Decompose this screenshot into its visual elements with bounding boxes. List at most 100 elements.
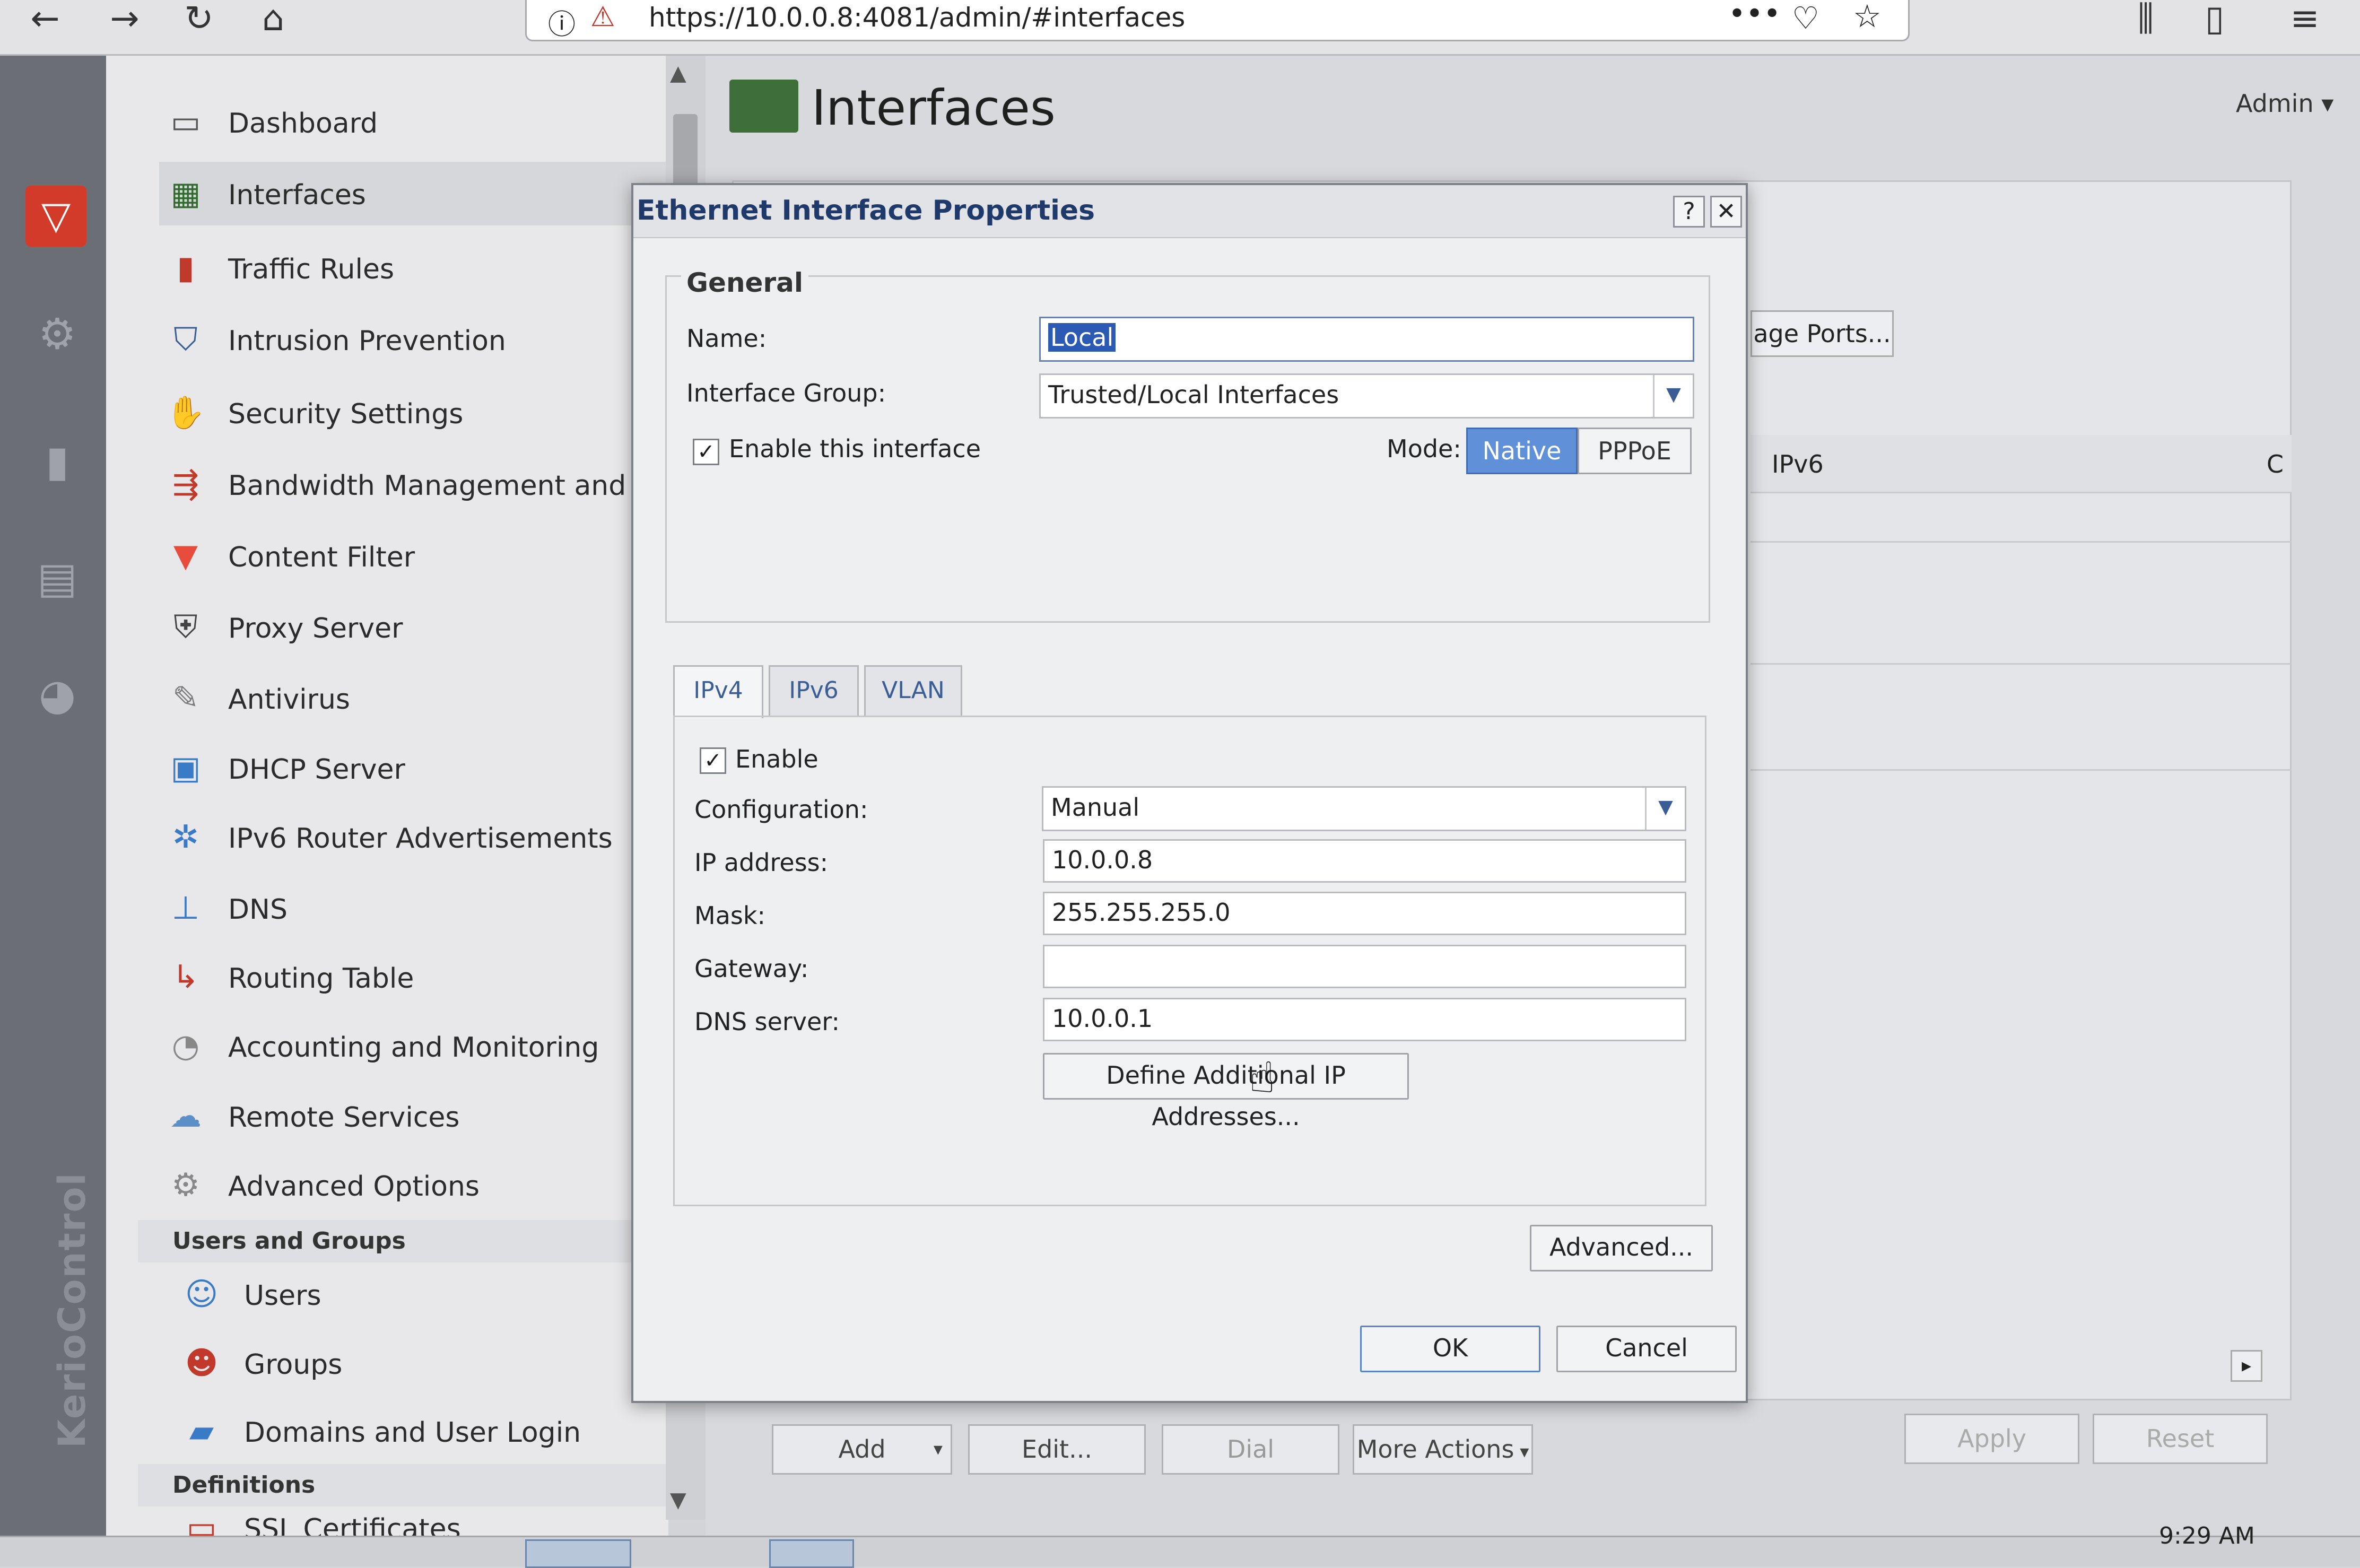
tab-ipv4[interactable]: IPv4 [673, 665, 763, 718]
mode-pppoe-toggle[interactable]: PPPoE [1578, 428, 1692, 474]
sidebar-item-domains[interactable]: ▰ Domains and User Login [175, 1399, 706, 1463]
reload-icon[interactable]: ↻ [175, 0, 223, 42]
library-icon[interactable]: ⫼ [2122, 0, 2170, 42]
more-actions-button[interactable]: More Actions ▾ [1353, 1424, 1533, 1475]
group-icon: ☻ [185, 1345, 219, 1382]
sidebar-item-traffic-rules[interactable]: ▮ Traffic Rules [159, 236, 690, 300]
dial-button[interactable]: Dial [1162, 1424, 1339, 1475]
sidebar-item-label: Interfaces [228, 179, 366, 211]
sidebar-item-label: Accounting and Monitoring [228, 1032, 599, 1064]
manage-ports-button[interactable]: age Ports... [1751, 310, 1894, 357]
sidebar-item-content-filter[interactable]: ▼ Content Filter [159, 524, 690, 588]
mask-label: Mask: [694, 901, 765, 930]
dns-server-input[interactable]: 10.0.0.1 [1043, 998, 1686, 1041]
close-icon[interactable]: ✕ [1710, 196, 1742, 228]
url-text[interactable]: https://10.0.0.8:4081/admin/#interfaces [649, 2, 1185, 33]
sidebar-section-definitions: Definitions [138, 1464, 721, 1506]
bookmark-star-icon[interactable]: ☆ [1853, 0, 1882, 35]
sidebar-icon[interactable]: ▯ [2191, 0, 2239, 42]
sidebar-item-proxy-server[interactable]: ⛨ Proxy Server [159, 595, 690, 659]
taskbar-app-button[interactable] [769, 1539, 854, 1568]
sidebar-item-label: Security Settings [228, 398, 464, 430]
help-button[interactable]: ? [1673, 196, 1705, 228]
router-icon: ✲ [172, 818, 199, 856]
user-menu[interactable]: Admin ▾ [2236, 89, 2333, 118]
tab-vlan[interactable]: VLAN [864, 665, 962, 716]
name-label: Name: [686, 324, 767, 353]
column-header-ipv6[interactable]: IPv6 C [1751, 435, 2292, 493]
sidebar-item-bandwidth[interactable]: ⇶ Bandwidth Management and Q [159, 452, 690, 516]
info-icon[interactable]: ⓘ [548, 2, 576, 42]
add-button[interactable]: Add ▾ [772, 1424, 952, 1475]
sidebar-item-advanced-options[interactable]: ⚙ Advanced Options [159, 1153, 690, 1217]
dialog-title: Ethernet Interface Properties [637, 195, 1095, 227]
scroll-up-icon[interactable]: ▲ [670, 61, 686, 85]
url-bar[interactable]: ⓘ ⚠ https://10.0.0.8:4081/admin/#interfa… [525, 0, 1910, 41]
ok-button[interactable]: OK [1360, 1326, 1540, 1372]
sidebar-item-label: DNS [228, 894, 288, 926]
sidebar-item-routing-table[interactable]: ↳ Routing Table [159, 945, 690, 1009]
stop-hand-icon: ✋ [166, 394, 206, 431]
mask-input[interactable]: 255.255.255.0 [1043, 892, 1686, 935]
gateway-input[interactable] [1043, 945, 1686, 988]
sidebar-item-dhcp-server[interactable]: ▣ DHCP Server [159, 736, 690, 800]
forward-arrow-icon[interactable]: → [101, 0, 149, 42]
chevron-down-icon: ▼ [1645, 788, 1685, 830]
back-arrow-icon[interactable]: ← [21, 0, 69, 42]
name-input[interactable]: Local [1039, 317, 1694, 362]
enable-interface-checkbox[interactable]: ✓ [693, 439, 719, 465]
taskbar-app-button[interactable] [525, 1539, 631, 1568]
warning-lock-icon[interactable]: ⚠ [590, 1, 615, 33]
stats-bars-icon[interactable]: ▮ [31, 435, 84, 488]
scroll-down-icon[interactable]: ▼ [670, 1488, 686, 1512]
define-additional-ip-button[interactable]: Define Additional IP Addresses... [1043, 1053, 1409, 1131]
antivirus-icon: ✎ [172, 680, 199, 717]
mode-label: Mode: [1387, 434, 1461, 463]
sidebar-item-label: Traffic Rules [228, 254, 395, 285]
ipv4-enable-label: Enable [735, 745, 818, 773]
status-icon[interactable]: ◕ [31, 668, 84, 721]
sidebar-item-security-settings[interactable]: ✋ Security Settings [159, 381, 690, 445]
taskbar-clock[interactable]: 9:29 AM [2159, 1522, 2255, 1549]
ipv4-enable-checkbox[interactable]: ✓ [700, 747, 726, 774]
sidebar-item-users[interactable]: ☺ Users [175, 1262, 706, 1326]
more-icon[interactable]: ••• [1728, 0, 1781, 31]
sidebar-item-label: Domains and User Login [244, 1417, 581, 1449]
apply-button[interactable]: Apply [1904, 1414, 2079, 1464]
domain-icon: ▰ [189, 1413, 214, 1450]
sidebar-item-label: Bandwidth Management and Q [228, 470, 657, 502]
sidebar-item-dashboard[interactable]: ▭ Dashboard [159, 90, 690, 154]
dialog-titlebar[interactable]: Ethernet Interface Properties ? ✕ [633, 185, 1746, 238]
sidebar-item-label: Dashboard [228, 108, 378, 140]
sidebar-item-intrusion-prevention[interactable]: ⛉ Intrusion Prevention [159, 308, 690, 371]
home-icon[interactable]: ⌂ [249, 0, 297, 42]
pocket-icon[interactable]: ♡ [1792, 0, 1819, 36]
sidebar-item-interfaces[interactable]: ▦ Interfaces [159, 162, 690, 225]
sidebar-item-remote-services[interactable]: ☁ Remote Services [159, 1084, 690, 1148]
kerio-shield-icon[interactable]: ▽ [25, 186, 86, 247]
cancel-button[interactable]: Cancel [1556, 1326, 1737, 1372]
settings-gear-icon[interactable]: ⚙ [31, 308, 84, 361]
sidebar-item-ipv6-router-advertisements[interactable]: ✲ IPv6 Router Advertisements [159, 805, 690, 869]
scroll-right-icon[interactable]: ▸ [2231, 1350, 2262, 1382]
logs-icon[interactable]: ▤ [31, 552, 84, 605]
interface-group-select[interactable]: Trusted/Local Interfaces ▼ [1039, 373, 1694, 419]
more-actions-label: More Actions [1356, 1435, 1514, 1464]
reset-button[interactable]: Reset [2093, 1414, 2268, 1464]
sidebar-item-accounting[interactable]: ◔ Accounting and Monitoring [159, 1014, 690, 1078]
sidebar-item-ssl-certificates[interactable]: ▭ SSL Certificates [175, 1501, 706, 1538]
ip-address-input[interactable]: 10.0.0.8 [1043, 839, 1686, 883]
row-divider [1751, 769, 2292, 771]
sidebar-item-antivirus[interactable]: ✎ Antivirus [159, 666, 690, 730]
mode-native-toggle[interactable]: Native [1466, 428, 1578, 474]
monitor-icon: ▣ [170, 750, 201, 787]
advanced-button[interactable]: Advanced... [1530, 1225, 1713, 1271]
dns-tree-icon: ⊥ [171, 890, 200, 927]
configuration-select[interactable]: Manual ▼ [1042, 786, 1686, 831]
ethernet-interface-properties-dialog: Ethernet Interface Properties ? ✕ Genera… [631, 183, 1748, 1403]
sidebar-item-groups[interactable]: ☻ Groups [175, 1331, 706, 1395]
menu-icon[interactable]: ≡ [2281, 0, 2329, 42]
edit-button[interactable]: Edit... [968, 1424, 1146, 1475]
sidebar-item-dns[interactable]: ⊥ DNS [159, 876, 690, 940]
tab-ipv6[interactable]: IPv6 [769, 665, 859, 716]
